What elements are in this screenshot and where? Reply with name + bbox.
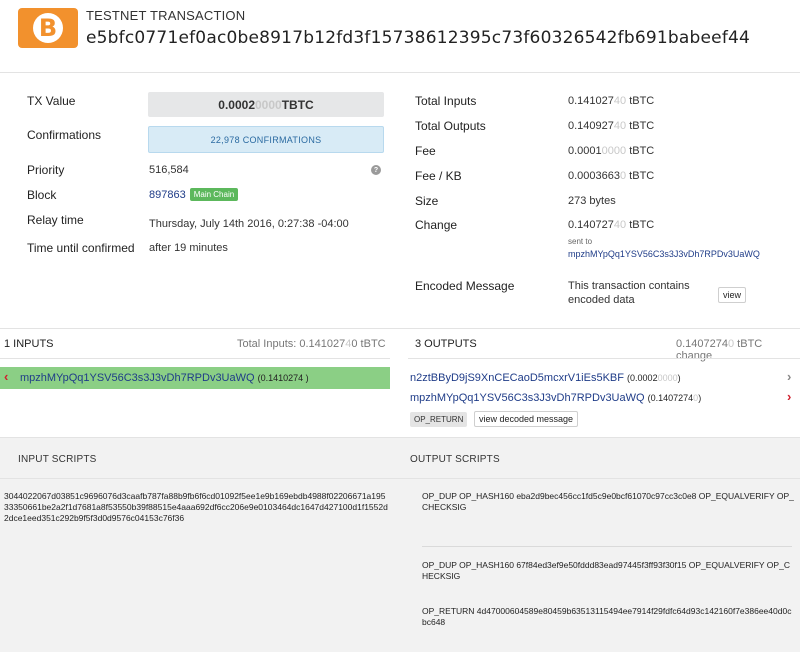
encoded-message-value: This transaction contains encoded data: [568, 280, 690, 306]
total-inputs-value: 0.14102740 tBTC: [568, 95, 654, 107]
chevron-right-icon[interactable]: ›: [787, 369, 791, 384]
total-inputs-main: 0.141027: [568, 95, 614, 107]
output-address-link[interactable]: n2ztBByD9jS9XnCECaoD5mcxrV1iEs5KBF: [410, 372, 624, 384]
main-chain-badge: Main Chain: [189, 188, 239, 201]
total-outputs-label: Total Outputs: [415, 119, 486, 133]
output-amount: (0.00020000): [627, 373, 681, 383]
fee-value: 0.00010000 tBTC: [568, 145, 654, 157]
divider: [408, 358, 800, 359]
input-scripts-header: INPUT SCRIPTS: [18, 454, 97, 465]
output-item: mpzhMYpQq1YSV56C3s3J3vDh7RPDv3UaWQ (0.14…: [410, 392, 701, 404]
output-amount-main: (0.0002: [627, 373, 658, 383]
relay-time-label: Relay time: [27, 213, 84, 227]
output-script-text: OP_DUP OP_HASH160 eba2d9bec456cc1fd5c9e0…: [422, 491, 794, 512]
total-inputs-unit: tBTC: [626, 95, 655, 107]
op-return-tag: OP_RETURN: [410, 412, 468, 427]
fee-label: Fee: [415, 144, 436, 158]
bitcoin-logo: B: [18, 8, 78, 48]
input-amount-close: ): [303, 373, 309, 383]
tx-value-label: TX Value: [27, 94, 76, 108]
outputs-total-main: 0.1407274: [676, 338, 728, 350]
priority-label: Priority: [27, 163, 65, 177]
output-amount: (0.14072740): [648, 393, 702, 403]
output-amount-main: (0.1407274: [647, 393, 694, 403]
block-link[interactable]: 897863: [149, 189, 186, 201]
fee-per-kb-value: 0.00036630 tBTC: [568, 170, 654, 182]
priority-value: 516,584: [149, 164, 189, 176]
divider: [0, 328, 800, 329]
output-address-link[interactable]: mpzhMYpQq1YSV56C3s3J3vDh7RPDv3UaWQ: [410, 392, 645, 404]
output-amount-close: ): [698, 393, 702, 403]
confirmations-badge: 22,978 CONFIRMATIONS: [148, 126, 384, 153]
arrow-left-icon[interactable]: ‹: [4, 369, 8, 384]
block-label: Block: [27, 188, 57, 202]
input-script-text: 3044022067d03851c9696076d3caafb787fa88b9…: [4, 491, 388, 523]
change-label: Change: [415, 218, 458, 232]
transaction-type: TESTNET TRANSACTION: [86, 8, 246, 23]
divider: [0, 478, 800, 479]
encoded-message-label: Encoded Message: [415, 279, 515, 293]
total-inputs-label: Total Inputs: [415, 94, 477, 108]
total-outputs-main: 0.140927: [568, 120, 614, 132]
change-main: 0.140727: [568, 219, 614, 231]
divider: [0, 437, 800, 438]
input-item: mpzhMYpQq1YSV56C3s3J3vDh7RPDv3UaWQ (0.14…: [20, 372, 309, 384]
output-script-text: OP_DUP OP_HASH160 67f84ed3ef9e50fddd83ea…: [422, 560, 790, 581]
fee-per-kb-main: 0.0003663: [568, 170, 620, 182]
divider: [422, 546, 792, 547]
tx-value-box: 0.0002 0000 TBTC: [148, 92, 384, 117]
relay-time-value: Thursday, July 14th 2016, 0:27:38 -04:00: [149, 218, 349, 230]
fee-main: 0.0001: [568, 145, 602, 157]
output-scripts-header: OUTPUT SCRIPTS: [410, 454, 500, 465]
output-amount-close: ): [677, 373, 681, 383]
size-value: 273 bytes: [568, 195, 616, 207]
time-until-confirmed-value: after 19 minutes: [149, 242, 228, 254]
fee-faded: 0000: [601, 145, 627, 157]
help-icon[interactable]: ?: [371, 165, 381, 175]
change-unit: tBTC: [626, 219, 655, 231]
divider: [0, 72, 800, 73]
outputs-header: 3 OUTPUTS: [415, 338, 477, 350]
total-outputs-value: 0.14092740 tBTC: [568, 120, 654, 132]
view-encoded-button[interactable]: view: [718, 287, 747, 303]
block-row: 897863 Main Chain: [149, 188, 239, 201]
output-script-text: OP_RETURN 4d47000604589e80459b6351311549…: [422, 606, 792, 627]
inputs-header: 1 INPUTS: [4, 338, 54, 350]
size-label: Size: [415, 194, 439, 208]
tx-value-main: 0.0002: [218, 97, 255, 112]
fee-per-kb-unit: tBTC: [626, 170, 655, 182]
fee-unit: tBTC: [626, 145, 655, 157]
tx-value-unit: TBTC: [281, 97, 314, 112]
bitcoin-icon: B: [33, 13, 63, 43]
input-amount: (0.1410274: [257, 373, 304, 383]
sent-to-label: sent to: [568, 237, 593, 246]
tx-value-faded: 0000: [255, 97, 282, 112]
sent-to-address-link[interactable]: mpzhMYpQq1YSV56C3s3J3vDh7RPDv3UaWQ: [568, 249, 760, 259]
view-decoded-message-button[interactable]: view decoded message: [474, 411, 579, 427]
confirmations-label: Confirmations: [27, 128, 102, 142]
chevron-right-icon[interactable]: ›: [787, 389, 791, 404]
total-outputs-unit: tBTC: [626, 120, 655, 132]
change-value: 0.14072740 tBTC: [568, 219, 654, 231]
fee-per-kb-label: Fee / KB: [415, 169, 462, 183]
divider: [0, 358, 390, 359]
output-item: n2ztBByD9jS9XnCECaoD5mcxrV1iEs5KBF (0.00…: [410, 372, 681, 384]
inputs-total-tail: 0 tBTC: [351, 338, 386, 350]
inputs-total: Total Inputs: 0.14102740 tBTC: [237, 338, 386, 350]
transaction-hash: e5bfc0771ef0ac0be8917b12fd3f15738612395c…: [86, 28, 751, 48]
time-until-confirmed-label: Time until confirmed: [27, 241, 135, 255]
inputs-total-main: Total Inputs: 0.141027: [237, 338, 346, 350]
input-address-link[interactable]: mpzhMYpQq1YSV56C3s3J3vDh7RPDv3UaWQ: [20, 372, 255, 384]
output-amount-faded: 0000: [657, 373, 678, 383]
